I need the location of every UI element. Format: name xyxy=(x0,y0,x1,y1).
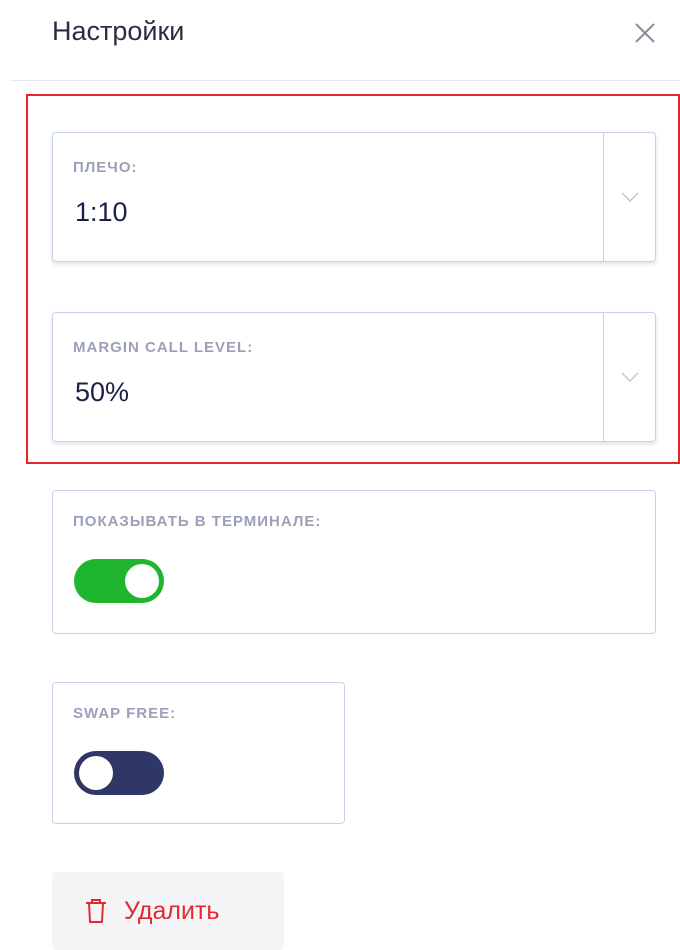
close-icon xyxy=(635,23,655,43)
show-in-terminal-card: ПОКАЗЫВАТЬ В ТЕРМИНАЛЕ: xyxy=(52,490,656,634)
leverage-value: 1:10 xyxy=(75,197,128,227)
swap-free-label: SWAP FREE: xyxy=(73,705,177,722)
close-button[interactable] xyxy=(630,18,660,48)
chevron-down-icon xyxy=(620,192,639,203)
toggle-knob xyxy=(125,564,159,598)
leverage-label: ПЛЕЧО: xyxy=(73,159,138,176)
leverage-dropdown-button[interactable] xyxy=(603,133,655,261)
leverage-select[interactable]: ПЛЕЧО: 1:10 xyxy=(52,132,656,262)
margin-call-label: MARGIN CALL LEVEL: xyxy=(73,339,254,356)
margin-call-select[interactable]: MARGIN CALL LEVEL: 50% xyxy=(52,312,656,442)
swap-free-toggle[interactable] xyxy=(74,751,164,795)
chevron-down-icon xyxy=(620,372,639,383)
panel-title: Настройки xyxy=(52,16,185,46)
toggle-knob xyxy=(79,756,113,790)
trash-icon xyxy=(86,899,106,923)
show-in-terminal-toggle[interactable] xyxy=(74,559,164,603)
delete-button[interactable]: Удалить xyxy=(52,872,284,950)
show-in-terminal-label: ПОКАЗЫВАТЬ В ТЕРМИНАЛЕ: xyxy=(73,513,322,530)
delete-label: Удалить xyxy=(124,896,220,925)
swap-free-card: SWAP FREE: xyxy=(52,682,345,824)
header-divider xyxy=(10,80,680,81)
margin-call-value: 50% xyxy=(75,377,130,407)
margin-call-dropdown-button[interactable] xyxy=(603,313,655,441)
